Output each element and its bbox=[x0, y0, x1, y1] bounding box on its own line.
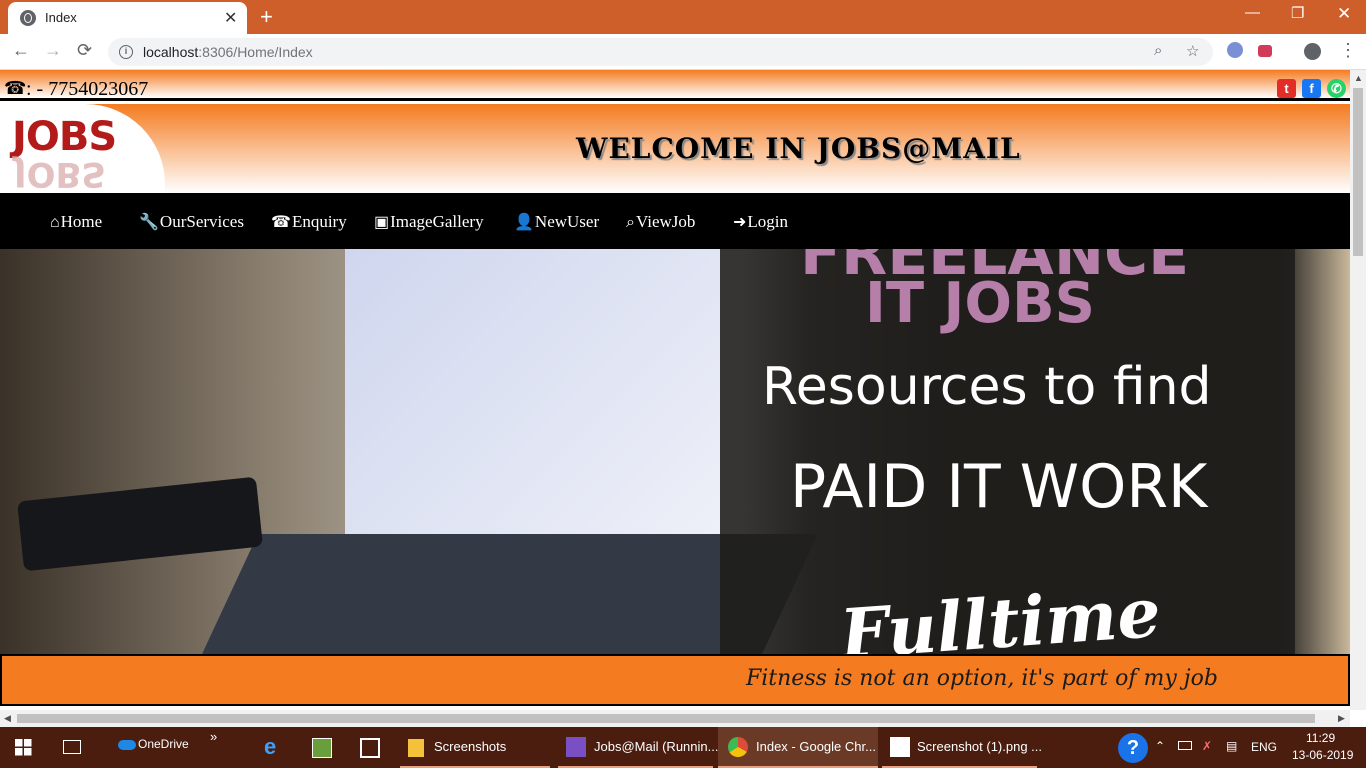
back-button[interactable]: ← bbox=[12, 40, 30, 61]
globe-icon bbox=[20, 10, 36, 26]
browser-menu-icon[interactable]: ⋮ bbox=[1339, 40, 1357, 61]
main-nav: ⌂Home 🔧OurServices ☎Enquiry ▣ImageGaller… bbox=[0, 193, 1350, 249]
edge-button[interactable]: e bbox=[252, 727, 296, 768]
tab-title: Index bbox=[45, 10, 77, 25]
network-icon[interactable]: ✗ bbox=[1202, 739, 1212, 753]
jobs-logo: JOBS JOBS bbox=[0, 104, 165, 193]
tray-chevron-icon[interactable]: ⌃ bbox=[1155, 739, 1165, 753]
twitter-icon[interactable]: t bbox=[1277, 79, 1296, 98]
edge-icon: e bbox=[264, 734, 277, 759]
contact-bar: ☎ : - 7754023067 t f ✆ bbox=[0, 70, 1350, 101]
browser-toolbar: ← → ⟳ i localhost:8306/Home/Index ⌕ ☆ bbox=[0, 34, 1366, 70]
hero-banner: FREELANCE IT JOBS Resources to find PAID… bbox=[0, 249, 1350, 654]
app-icon bbox=[312, 738, 332, 758]
laptop-image bbox=[345, 249, 720, 534]
windows-icon bbox=[15, 739, 32, 756]
store-button[interactable] bbox=[348, 727, 392, 768]
hero-resources: Resources to find bbox=[762, 357, 1212, 417]
new-tab-button[interactable]: + bbox=[260, 4, 273, 30]
whatsapp-icon[interactable]: ✆ bbox=[1327, 79, 1346, 98]
user-icon: 👤 bbox=[514, 214, 534, 231]
nav-ourservices[interactable]: 🔧OurServices bbox=[139, 212, 244, 232]
taskbar-item-visual-studio[interactable]: Jobs@Mail (Runnin... bbox=[558, 727, 718, 768]
vertical-scrollbar[interactable]: ▲ bbox=[1350, 70, 1366, 710]
windows-taskbar: OneDrive » e Screenshots Jobs@Mail (Runn… bbox=[0, 727, 1366, 768]
smartphone-image bbox=[16, 476, 264, 572]
taskbar-item-chrome[interactable]: Index - Google Chr... bbox=[718, 727, 878, 768]
more-chevron: » bbox=[210, 729, 218, 744]
minimize-button[interactable]: — bbox=[1245, 4, 1260, 21]
taskbar-item-screenshots[interactable]: Screenshots bbox=[400, 727, 550, 768]
start-button[interactable] bbox=[0, 727, 48, 768]
extension-icon-2[interactable] bbox=[1258, 45, 1272, 57]
forward-button[interactable]: → bbox=[44, 40, 62, 61]
battery-icon[interactable] bbox=[1178, 741, 1192, 750]
extension-icon[interactable] bbox=[1227, 42, 1243, 58]
onedrive-toolbar[interactable]: OneDrive » bbox=[110, 727, 230, 768]
wrench-icon: 🔧 bbox=[139, 214, 159, 231]
taskbar-item-photos[interactable]: Screenshot (1).png ... bbox=[882, 727, 1042, 768]
login-icon: ➜ bbox=[733, 214, 747, 231]
task-view-icon bbox=[63, 740, 81, 754]
task-view-button[interactable] bbox=[50, 727, 94, 768]
bookmark-star-icon[interactable]: ☆ bbox=[1186, 42, 1199, 60]
scroll-up-icon[interactable]: ▲ bbox=[1354, 73, 1363, 83]
nav-newuser[interactable]: 👤NewUser bbox=[514, 212, 599, 232]
url-text[interactable]: localhost:8306/Home/Index bbox=[143, 44, 313, 60]
reload-button[interactable]: ⟳ bbox=[77, 40, 92, 61]
nav-enquiry[interactable]: ☎Enquiry bbox=[271, 212, 347, 232]
horizontal-scrollbar[interactable]: ◀ ▶ bbox=[0, 710, 1350, 727]
visual-studio-icon bbox=[566, 737, 586, 757]
maximize-button[interactable]: ❐ bbox=[1291, 4, 1304, 22]
welcome-heading: WELCOME IN JOBS@MAIL bbox=[576, 132, 1021, 165]
chrome-icon bbox=[728, 737, 748, 757]
store-icon bbox=[360, 738, 380, 758]
close-window-button[interactable]: ✕ bbox=[1337, 4, 1351, 24]
home-icon: ⌂ bbox=[50, 214, 60, 231]
picture-icon: ▣ bbox=[374, 214, 390, 231]
nav-viewjob[interactable]: ⌕ViewJob bbox=[626, 212, 695, 232]
help-icon[interactable]: ? bbox=[1118, 733, 1148, 763]
scroll-right-icon[interactable]: ▶ bbox=[1338, 713, 1345, 724]
webpage: ☎ : - 7754023067 t f ✆ JOBS JOBS WELCOME… bbox=[0, 70, 1350, 710]
tab-close-icon[interactable]: ✕ bbox=[224, 8, 237, 28]
horizontal-scroll-thumb[interactable] bbox=[17, 714, 1315, 723]
vertical-scroll-thumb[interactable] bbox=[1353, 88, 1363, 256]
nav-imagegallery[interactable]: ▣ImageGallery bbox=[374, 212, 484, 232]
language-indicator[interactable]: ENG bbox=[1251, 740, 1277, 754]
nav-home[interactable]: ⌂Home bbox=[50, 212, 102, 232]
notification-icon[interactable]: ▤ bbox=[1226, 739, 1237, 753]
cloud-icon bbox=[118, 740, 136, 750]
marquee-text: Fitness is not an option, it's part of m… bbox=[746, 666, 1218, 691]
scroll-left-icon[interactable]: ◀ bbox=[4, 713, 11, 724]
hero-paid: PAID IT WORK bbox=[790, 452, 1208, 522]
phone-icon: ☎ bbox=[4, 78, 27, 98]
browser-tab[interactable]: Index ✕ bbox=[8, 2, 247, 34]
folder-icon bbox=[408, 739, 424, 757]
site-header: JOBS JOBS WELCOME IN JOBS@MAIL bbox=[0, 104, 1350, 193]
zoom-icon[interactable]: ⌕ bbox=[1154, 42, 1162, 59]
search-icon: ⌕ bbox=[626, 214, 635, 231]
clock-time[interactable]: 11:29 bbox=[1306, 731, 1335, 745]
nav-login[interactable]: ➜Login bbox=[733, 212, 788, 232]
facebook-icon[interactable]: f bbox=[1302, 79, 1321, 98]
phone-number: : - 7754023067 bbox=[26, 78, 149, 100]
profile-avatar[interactable] bbox=[1304, 43, 1321, 60]
clock-date[interactable]: 13-06-2019 bbox=[1292, 748, 1353, 762]
app-button[interactable] bbox=[300, 727, 344, 768]
image-icon bbox=[890, 737, 910, 757]
phone-icon: ☎ bbox=[271, 214, 291, 231]
address-bar[interactable]: i localhost:8306/Home/Index ⌕ ☆ bbox=[108, 38, 1213, 66]
marquee-band: Fitness is not an option, it's part of m… bbox=[0, 654, 1350, 706]
hero-it-jobs: IT JOBS bbox=[865, 271, 1095, 336]
info-icon[interactable]: i bbox=[119, 45, 133, 59]
browser-titlebar: Index ✕ + — ❐ ✕ bbox=[0, 0, 1366, 34]
